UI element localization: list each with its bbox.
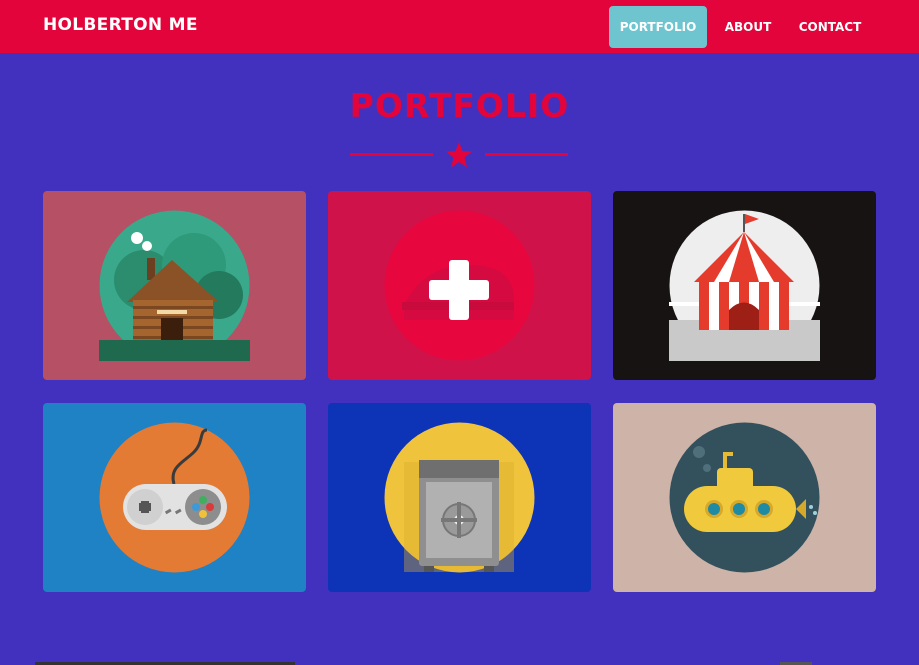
divider-right: [485, 153, 568, 156]
game-controller-icon: [99, 422, 250, 573]
brand-logo[interactable]: HOLBERTON ME: [43, 15, 198, 35]
portfolio-item-submarine[interactable]: [613, 403, 876, 592]
section-title: PORTFOLIO: [349, 86, 570, 125]
portfolio-item-safe[interactable]: [328, 403, 591, 592]
portfolio-item-cabin[interactable]: [43, 191, 306, 380]
nav-contact[interactable]: CONTACT: [790, 6, 870, 48]
circus-tent-icon: [669, 210, 820, 361]
safe-icon: [384, 422, 535, 573]
portfolio-item-controller[interactable]: [43, 403, 306, 592]
divider-left: [350, 153, 433, 156]
portfolio-item-plus[interactable]: [328, 191, 591, 380]
log-cabin-icon: [99, 210, 250, 361]
nav-about[interactable]: ABOUT: [716, 6, 780, 48]
submarine-icon: [669, 422, 820, 573]
navbar: HOLBERTON ME PORTFOLIO ABOUT CONTACT: [0, 0, 919, 53]
star-icon: [446, 142, 472, 168]
plus-overlay-icon: [384, 210, 535, 361]
portfolio-item-circus[interactable]: [613, 191, 876, 380]
nav-portfolio[interactable]: PORTFOLIO: [609, 6, 707, 48]
